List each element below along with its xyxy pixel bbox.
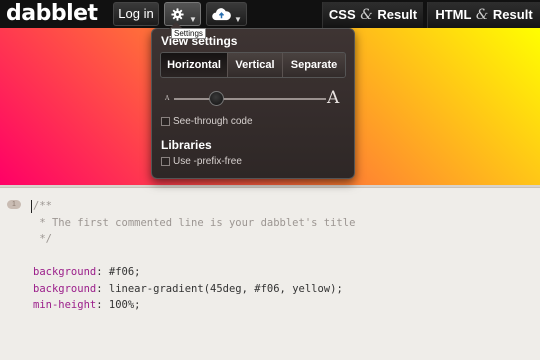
view-right-label: Result bbox=[492, 7, 533, 22]
view-left-label: HTML bbox=[435, 7, 472, 22]
code-line: /** bbox=[33, 200, 52, 212]
cloud-upload-icon bbox=[212, 8, 231, 21]
font-size-slider-knob[interactable] bbox=[209, 91, 225, 106]
pane-splitter[interactable] bbox=[0, 185, 540, 188]
view-ampersand: & bbox=[475, 7, 489, 23]
line-number-badge: 1 bbox=[7, 200, 21, 209]
see-through-label: See-through code bbox=[173, 116, 253, 127]
text-cursor bbox=[31, 200, 32, 213]
see-through-checkbox[interactable] bbox=[161, 117, 170, 126]
css-value: #f06; bbox=[102, 266, 141, 278]
code-line: min-height: 100%; bbox=[33, 297, 140, 314]
view-ampersand: & bbox=[360, 7, 373, 23]
font-size-slider[interactable] bbox=[174, 98, 326, 100]
layout-horizontal-button[interactable]: Horizontal bbox=[161, 53, 228, 77]
font-size-large-icon: A bbox=[327, 88, 340, 108]
css-value: linear-gradient(45deg, #f06, yellow); bbox=[102, 282, 343, 295]
gear-icon bbox=[171, 8, 184, 21]
see-through-option[interactable]: See-through code bbox=[161, 116, 253, 127]
layout-separate-button[interactable]: Separate bbox=[283, 53, 345, 77]
css-and-result-button[interactable]: CSS & Result bbox=[322, 2, 423, 28]
cloud-save-button[interactable]: ▼ bbox=[206, 2, 247, 26]
css-code-editor[interactable]: 1 /** * The first commented line is your… bbox=[0, 189, 540, 360]
prefixfree-checkbox[interactable] bbox=[161, 157, 170, 166]
code-line: background: linear-gradient(45deg, #f06,… bbox=[33, 281, 343, 298]
settings-popup: View settings Horizontal Vertical Separa… bbox=[151, 22, 355, 179]
prefixfree-option[interactable]: Use -prefix-free bbox=[161, 156, 242, 167]
layout-segmented-control: Horizontal Vertical Separate bbox=[160, 52, 346, 78]
view-right-label: Result bbox=[377, 7, 418, 22]
html-and-result-button[interactable]: HTML & Result bbox=[427, 2, 540, 28]
code-line: background: #f06; bbox=[33, 264, 140, 281]
css-property: min-height bbox=[33, 299, 97, 311]
view-left-label: CSS bbox=[328, 7, 356, 22]
libraries-heading: Libraries bbox=[161, 138, 212, 152]
font-size-small-icon: A bbox=[165, 95, 170, 102]
settings-tooltip: Settings bbox=[171, 28, 206, 39]
css-property: background bbox=[33, 266, 97, 278]
login-button[interactable]: Log in bbox=[113, 2, 159, 26]
layout-vertical-button[interactable]: Vertical bbox=[228, 53, 283, 77]
dabblet-logo[interactable]: dabblet bbox=[6, 0, 98, 28]
prefixfree-label: Use -prefix-free bbox=[173, 156, 242, 167]
code-line: * The first commented line is your dabbl… bbox=[33, 216, 356, 229]
css-value: 100%; bbox=[102, 299, 141, 311]
code-line: */ bbox=[33, 233, 52, 245]
css-property: background bbox=[33, 282, 97, 295]
top-toolbar: dabblet Log in ▼ ▼ CSS & Result HTML & R… bbox=[0, 0, 540, 28]
